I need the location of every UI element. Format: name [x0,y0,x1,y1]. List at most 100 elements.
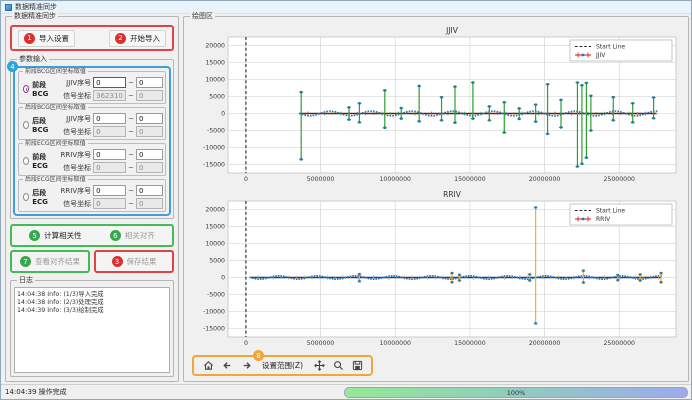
front-ecg-signal-to-input [136,162,163,173]
save-result-button[interactable]: 3 保存结果 [107,253,162,270]
correlation-button-group: 5 计算相关性 6 相关对齐 [10,224,174,247]
svg-text:-10000: -10000 [203,309,225,316]
step-badge-2: 2 [115,33,126,44]
svg-text:5000000: 5000000 [307,176,335,183]
rear-bcg-jjiv-to-input[interactable] [136,113,163,124]
app-icon [5,4,12,11]
svg-text:5000: 5000 [209,258,225,265]
start-import-label: 开始导入 [130,33,160,44]
app-window: 数据精准同步 数据精准同步 1 导入设置 2 开始导入 参数输入 [0,0,692,400]
front-bcg-signal-from-input [93,90,126,101]
param-input-label: 参数输入 [17,55,49,63]
correlation-align-button[interactable]: 6 相关对齐 [105,227,160,244]
front-bcg-jjiv-to-input[interactable] [136,77,163,88]
import-settings-label: 导入设置 [39,33,69,44]
svg-text:15000: 15000 [205,60,225,67]
import-settings-button[interactable]: 1 导入设置 [18,30,75,47]
front-ecg-radio[interactable] [23,157,29,165]
status-message: 14:04:39 操作完成 [5,387,67,397]
svg-text:10000: 10000 [205,241,225,248]
section-rear-bcg: 后段BCG区间坐标取值 后段BCG JJIV序号 [18,107,166,140]
param-input-group: 参数输入 4 前段BCG区间坐标取值 前段BCG [10,59,174,219]
svg-text:-5000: -5000 [207,128,225,135]
rear-ecg-rriv-from-input[interactable] [93,185,126,196]
back-icon[interactable] [221,360,233,372]
title-bar: 数据精准同步 [1,1,691,14]
save-icon[interactable] [351,360,363,372]
svg-text:15000000: 15000000 [454,340,486,347]
svg-text:Start Line: Start Line [596,44,625,51]
svg-text:-5000: -5000 [207,292,225,299]
front-ecg-rriv-to-input[interactable] [136,149,163,160]
log-line: 14:04:38 Info: (2/3)处理完成 [17,299,167,307]
calc-correlation-button[interactable]: 5 计算相关性 [24,227,87,244]
svg-text:10000000: 10000000 [380,340,412,347]
rear-ecg-radio[interactable] [23,193,29,201]
plot-panel: 绘图区 050000001000000015000000200000002500… [183,16,689,382]
svg-text:0: 0 [221,275,225,282]
window-title: 数据精准同步 [15,2,57,12]
log-group-label: 日志 [17,276,35,284]
view-align-result-button[interactable]: 7 查看对齐结果 [15,253,85,270]
step-badge-5: 5 [29,230,40,241]
svg-text:JJIV: JJIV [595,52,606,59]
section-rear-ecg: 后段ECG区间坐标取值 后段ECG RRIV序号 [18,179,166,212]
svg-text:-15000: -15000 [203,162,225,169]
front-bcg-jjiv-from-input[interactable] [93,77,126,88]
section-front-ecg: 前段ECG区间坐标取值 前段ECG RRIV序号 [18,143,166,176]
rear-ecg-rriv-to-input[interactable] [136,185,163,196]
svg-text:20000: 20000 [205,207,225,214]
front-bcg-radio[interactable] [23,85,29,93]
param-sections-box: 4 前段BCG区间坐标取值 前段BCG JJIV序号 [13,66,171,216]
pan-icon[interactable] [313,360,325,372]
svg-text:25000000: 25000000 [604,340,636,347]
sync-panel: 数据精准同步 1 导入设置 2 开始导入 参数输入 4 [5,16,179,382]
sync-panel-label: 数据精准同步 [12,12,58,20]
status-bar: 14:04:39 操作完成 100% [1,384,691,399]
zoom-icon[interactable] [332,360,344,372]
action-buttons: 5 计算相关性 6 相关对齐 7 [10,224,174,273]
jjiv-chart-canvas[interactable]: 0500000010000000150000002000000025000000… [190,24,682,188]
set-range-button[interactable]: 8 设置范围(Z) [259,359,306,372]
svg-text:5000000: 5000000 [307,340,335,347]
save-result-box: 3 保存结果 [94,250,174,273]
step-badge-1: 1 [24,33,35,44]
svg-text:0: 0 [244,176,248,183]
main-area: 数据精准同步 1 导入设置 2 开始导入 参数输入 4 [1,14,691,384]
view-align-box: 7 查看对齐结果 [10,250,90,273]
rear-bcg-signal-to-input [136,126,163,137]
step-badge-7: 7 [20,256,31,267]
step-badge-6: 6 [110,230,121,241]
svg-text:20000000: 20000000 [529,340,561,347]
rear-bcg-signal-from-input [93,126,126,137]
home-icon[interactable] [202,360,214,372]
svg-text:20000: 20000 [205,43,225,50]
svg-text:Start Line: Start Line [596,208,625,215]
rear-bcg-radio[interactable] [23,121,29,129]
plot-toolbar: 8 设置范围(Z) [192,355,373,376]
svg-text:-15000: -15000 [203,326,225,333]
svg-text:0: 0 [221,111,225,118]
rear-bcg-jjiv-from-input[interactable] [93,113,126,124]
step-badge-3: 3 [112,256,123,267]
import-button-group: 1 导入设置 2 开始导入 [10,25,174,51]
step-badge-4: 4 [7,61,18,72]
svg-text:JJIV: JJIV [445,26,459,35]
plot-panel-label: 绘图区 [190,12,215,20]
start-import-button[interactable]: 2 开始导入 [109,30,166,47]
forward-icon[interactable] [240,360,252,372]
svg-text:25000000: 25000000 [604,176,636,183]
svg-text:10000: 10000 [205,77,225,84]
progress-value: 100% [507,389,526,397]
rear-ecg-signal-to-input [136,198,163,209]
rriv-chart-canvas[interactable]: 0 5000000 10000000 15000000 20000000 25000000… [190,188,682,352]
svg-text:RRIV: RRIV [596,216,611,223]
svg-text:15000000: 15000000 [454,176,486,183]
front-bcg-signal-to-input [136,90,163,101]
log-output[interactable]: 14:04:38 Info: (1/3)导入完成 14:04:38 Info: … [14,287,170,373]
progress-bar: 100% [344,387,688,398]
front-ecg-rriv-from-input[interactable] [93,149,126,160]
svg-text:RRIV: RRIV [443,190,462,199]
log-line: 14:04:39 Info: (3/3)绘制完成 [17,307,167,315]
log-group: 日志 14:04:38 Info: (1/3)导入完成 14:04:38 Inf… [10,280,174,377]
